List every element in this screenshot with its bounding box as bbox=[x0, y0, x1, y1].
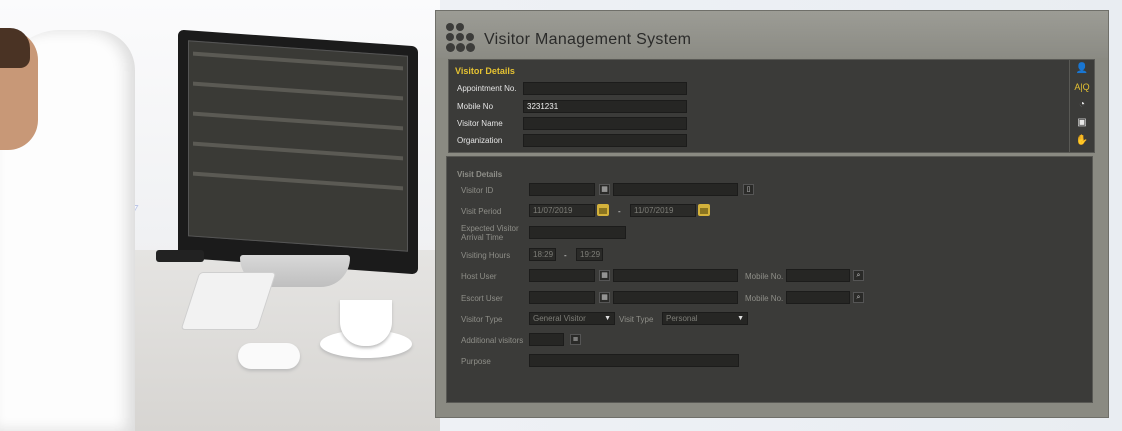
monitor bbox=[178, 29, 418, 275]
appointment-label: Appointment No. bbox=[457, 84, 517, 93]
id-card-search-icon[interactable]: ▣ bbox=[1074, 116, 1090, 130]
title-bar: Visitor Management System bbox=[436, 11, 1108, 58]
host-name-field bbox=[613, 269, 738, 282]
escort-lookup-icon[interactable]: ▦ bbox=[599, 292, 610, 303]
organization-label: Organization bbox=[457, 136, 503, 145]
purpose-input[interactable] bbox=[529, 354, 739, 367]
monitor-screen bbox=[188, 40, 408, 252]
purpose-label: Purpose bbox=[461, 357, 491, 366]
visit-details-heading: Visit Details bbox=[457, 170, 503, 179]
visitor-id-input[interactable] bbox=[529, 183, 595, 196]
chevron-down-icon: ▼ bbox=[604, 315, 611, 322]
visit-type-label: Visit Type bbox=[619, 315, 654, 324]
additional-visitors-list-icon[interactable]: ≣ bbox=[570, 334, 581, 345]
camera-search-icon[interactable]: ◔ bbox=[1074, 98, 1090, 112]
user-add-icon[interactable]: 👤 bbox=[1074, 62, 1090, 76]
hours-separator: - bbox=[564, 251, 567, 260]
calendar-to-icon[interactable] bbox=[698, 204, 710, 216]
visitor-details-heading: Visitor Details bbox=[455, 66, 515, 76]
visitor-name-label: Visitor Name bbox=[457, 119, 503, 128]
additional-visitors-input[interactable] bbox=[529, 333, 564, 346]
visitor-details-panel: Visitor Details Appointment No. Mobile N… bbox=[448, 59, 1070, 153]
escort-search-icon[interactable]: ⌕ bbox=[853, 292, 864, 303]
coffee-cup bbox=[340, 300, 392, 346]
escort-user-label: Escort User bbox=[461, 294, 503, 303]
side-toolbar: 👤 A|Q ◔ ▣ ✋ bbox=[1069, 59, 1095, 153]
app-title: Visitor Management System bbox=[484, 31, 692, 48]
visitor-type-label: Visitor Type bbox=[461, 315, 503, 324]
appointment-input[interactable] bbox=[523, 82, 687, 95]
visit-details-panel: Visit Details Visitor ID ▦ ▯ Visit Perio… bbox=[446, 156, 1093, 403]
visitor-name-input[interactable] bbox=[523, 117, 687, 130]
host-search-icon[interactable]: ⌕ bbox=[853, 270, 864, 281]
visit-period-label: Visit Period bbox=[461, 207, 502, 216]
escort-mobile-input[interactable] bbox=[786, 291, 850, 304]
host-mobile-label: Mobile No. bbox=[745, 272, 784, 281]
hand-icon[interactable]: ✋ bbox=[1074, 134, 1090, 148]
mouse bbox=[238, 343, 300, 369]
visitor-type-select[interactable]: General Visitor ▼ bbox=[529, 312, 615, 325]
period-separator: - bbox=[618, 207, 621, 216]
chevron-down-icon: ▼ bbox=[737, 315, 744, 322]
hero-photo bbox=[0, 0, 440, 431]
mobile-input[interactable]: 3231231 bbox=[523, 100, 687, 113]
hours-to-input[interactable]: 19:29 bbox=[576, 248, 603, 261]
visit-type-select[interactable]: Personal ▼ bbox=[662, 312, 748, 325]
person-hair bbox=[0, 28, 30, 68]
period-from-input[interactable]: 11/07/2019 bbox=[529, 204, 595, 217]
visitor-id-clear-icon[interactable]: ▯ bbox=[743, 184, 754, 195]
period-to-input[interactable]: 11/07/2019 bbox=[630, 204, 696, 217]
logo-icon bbox=[446, 23, 478, 53]
hours-from-input[interactable]: 18:29 bbox=[529, 248, 556, 261]
arrival-label-line1: Expected Visitor bbox=[461, 224, 519, 233]
host-user-input[interactable] bbox=[529, 269, 595, 282]
phone bbox=[156, 250, 204, 262]
text-search-icon[interactable]: A|Q bbox=[1074, 80, 1090, 94]
arrival-label-line2: Arrival Time bbox=[461, 233, 504, 242]
visiting-hours-label: Visiting Hours bbox=[461, 251, 511, 260]
host-mobile-input[interactable] bbox=[786, 269, 850, 282]
host-lookup-icon[interactable]: ▦ bbox=[599, 270, 610, 281]
escort-mobile-label: Mobile No. bbox=[745, 294, 784, 303]
visitor-id-lookup-icon[interactable]: ▦ bbox=[599, 184, 610, 195]
mobile-label: Mobile No bbox=[457, 102, 494, 111]
host-user-label: Host User bbox=[461, 272, 497, 281]
escort-user-input[interactable] bbox=[529, 291, 595, 304]
visitor-id-label: Visitor ID bbox=[461, 186, 494, 195]
visitor-id-name-field bbox=[613, 183, 738, 196]
visit-type-value: Personal bbox=[666, 314, 698, 323]
organization-input[interactable] bbox=[523, 134, 687, 147]
escort-name-field bbox=[613, 291, 738, 304]
arrival-time-input[interactable] bbox=[529, 226, 626, 239]
additional-visitors-label: Additional visitors bbox=[461, 336, 524, 345]
visitor-type-value: General Visitor bbox=[533, 314, 586, 323]
calendar-from-icon[interactable] bbox=[597, 204, 609, 216]
app-window: Visitor Management System Visitor Detail… bbox=[435, 10, 1109, 418]
